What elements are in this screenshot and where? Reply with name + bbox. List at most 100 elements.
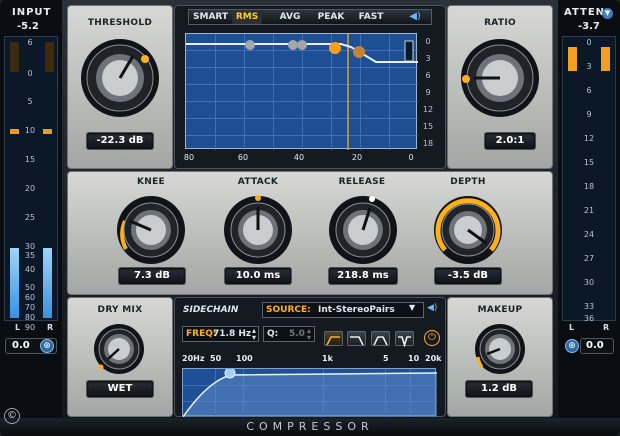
input-scale-tick: 35 bbox=[24, 251, 36, 260]
input-meter-left-bar bbox=[10, 248, 19, 318]
atten-scale-tick: 21 bbox=[583, 206, 595, 215]
atten-foot-field[interactable]: 0.0 bbox=[580, 338, 614, 354]
sidechain-listen-icon[interactable]: ◀) bbox=[427, 303, 437, 313]
graph-y-tick: 9 bbox=[425, 88, 431, 97]
mode-fast-button[interactable]: FAST bbox=[354, 10, 388, 24]
mode-smart-button[interactable]: SMART bbox=[193, 10, 228, 24]
input-scale-tick: 10 bbox=[24, 126, 36, 135]
copyright-icon: © bbox=[4, 408, 20, 424]
input-scale-tick: 5 bbox=[27, 97, 33, 106]
ratio-value-field[interactable]: 2.0:1 bbox=[484, 132, 536, 150]
q-stepper-icon[interactable]: ▴ ▾ bbox=[307, 327, 311, 342]
bandpass-filter-button[interactable] bbox=[371, 331, 390, 346]
atten-scale-tick: 6 bbox=[586, 86, 592, 95]
input-scale-tick: 80 bbox=[24, 313, 36, 322]
sidechain-power-icon[interactable]: ⏻ bbox=[424, 330, 440, 346]
graph-y-tick: 6 bbox=[425, 71, 431, 80]
atten-scale-tick: 36 bbox=[583, 314, 595, 323]
sidechain-freq-tick: 50 bbox=[210, 354, 222, 363]
atten-scale-tick: 27 bbox=[583, 254, 595, 263]
graph-y-tick: 15 bbox=[422, 122, 434, 131]
graph-x-tick: 80 bbox=[183, 153, 195, 162]
mode-rms-button[interactable]: RMS bbox=[232, 10, 262, 24]
attack-label: ATTACK bbox=[237, 177, 279, 187]
mode-avg-button[interactable]: AVG bbox=[274, 10, 306, 24]
freq-label: FREQ: bbox=[186, 329, 217, 339]
release-value-field[interactable]: 218.8 ms bbox=[328, 267, 398, 285]
highpass-filter-button[interactable] bbox=[324, 331, 343, 346]
release-knob[interactable] bbox=[328, 195, 398, 265]
atten-scale-tick: 24 bbox=[583, 230, 595, 239]
plugin-title: COMPRESSOR bbox=[246, 420, 374, 433]
threshold-label: THRESHOLD bbox=[87, 18, 153, 28]
threshold-value-field[interactable]: -22.3 dB bbox=[86, 132, 154, 150]
atten-scale-tick: 33 bbox=[583, 302, 595, 311]
atten-meter-left-label: L bbox=[569, 323, 575, 332]
atten-scale-tick: 30 bbox=[583, 278, 595, 287]
q-value-field[interactable]: 5.0 bbox=[289, 329, 305, 339]
source-dropdown-arrow-icon[interactable]: ▼ bbox=[409, 303, 415, 312]
input-scale-tick: 70 bbox=[24, 303, 36, 312]
sidechain-title: SIDECHAIN bbox=[183, 305, 239, 315]
depth-label: DEPTH bbox=[450, 177, 486, 187]
makeup-knob[interactable] bbox=[474, 323, 526, 375]
threshold-knob[interactable] bbox=[80, 38, 160, 118]
atten-menu-icon[interactable]: ▼ bbox=[602, 8, 613, 19]
source-label: SOURCE: bbox=[266, 305, 311, 315]
input-scale-tick: 0 bbox=[27, 69, 33, 78]
transfer-graph[interactable] bbox=[185, 33, 418, 150]
sidechain-freq-tick: 20Hz bbox=[182, 354, 205, 363]
knee-knob[interactable] bbox=[116, 195, 186, 265]
atten-meter-panel: ATTEN ▼ -3.7 0 3 6 9 12 15 18 21 24 27 30 33 36 L R … bbox=[558, 0, 620, 436]
freq-value-field[interactable]: 71.8 Hz bbox=[213, 329, 251, 339]
sidechain-graph[interactable] bbox=[182, 368, 437, 417]
compressor-plugin: INPUT -5.2 6 0 5 10 15 20 25 30 35 40 50 60 70 80 90 L… bbox=[0, 0, 620, 436]
makeup-label: MAKEUP bbox=[477, 305, 523, 315]
input-scale-tick: 30 bbox=[24, 242, 36, 251]
input-meter-value: -5.2 bbox=[17, 21, 39, 32]
input-scale-tick: 6 bbox=[27, 38, 33, 47]
atten-scale-tick: 3 bbox=[586, 62, 592, 71]
ratio-knob[interactable] bbox=[460, 38, 540, 118]
depth-value-field[interactable]: -3.5 dB bbox=[434, 267, 502, 285]
input-scale-tick: 25 bbox=[24, 213, 36, 222]
sidechain-freq-tick: 1k bbox=[322, 354, 333, 363]
makeup-value-field[interactable]: 1.2 dB bbox=[465, 380, 533, 398]
input-meter-right-peak bbox=[43, 129, 52, 134]
release-label: RELEASE bbox=[338, 177, 386, 187]
atten-scale-tick: 18 bbox=[583, 182, 595, 191]
graph-x-tick: 0 bbox=[408, 153, 414, 162]
atten-meter-right-label: R bbox=[603, 323, 610, 332]
sidechain-freq-tick: 10 bbox=[408, 354, 420, 363]
dry-mix-knob[interactable] bbox=[93, 323, 145, 375]
knee-value-field[interactable]: 7.3 dB bbox=[118, 267, 186, 285]
source-dropdown[interactable]: Int-StereoPairs bbox=[318, 305, 395, 315]
dry-mix-value-field[interactable]: WET bbox=[86, 380, 154, 398]
speaker-icon[interactable]: ◀) bbox=[400, 10, 430, 24]
graph-y-tick: 18 bbox=[422, 139, 434, 148]
notch-filter-button[interactable] bbox=[395, 331, 414, 348]
ratio-label: RATIO bbox=[484, 18, 516, 28]
knee-label: KNEE bbox=[136, 177, 165, 187]
attack-knob[interactable] bbox=[223, 195, 293, 265]
attack-value-field[interactable]: 10.0 ms bbox=[224, 267, 292, 285]
depth-knob[interactable] bbox=[433, 195, 503, 265]
atten-meter-right-bar bbox=[601, 47, 610, 71]
graph-x-tick: 60 bbox=[237, 153, 249, 162]
input-meter-area bbox=[4, 36, 58, 321]
input-scale-tick: 50 bbox=[24, 283, 36, 292]
atten-meter-left-bar bbox=[568, 47, 577, 71]
mode-peak-button[interactable]: PEAK bbox=[314, 10, 348, 24]
input-meter-left-label: L bbox=[15, 323, 21, 332]
atten-link-icon[interactable]: ⊕ bbox=[565, 339, 579, 353]
input-meter-title: INPUT bbox=[12, 7, 52, 18]
input-link-icon[interactable]: ⊕ bbox=[40, 339, 54, 353]
graph-y-tick: 3 bbox=[425, 54, 431, 63]
lowpass-filter-button[interactable] bbox=[347, 331, 366, 346]
input-meter-panel: INPUT -5.2 6 0 5 10 15 20 25 30 35 40 50 60 70 80 90 L… bbox=[0, 0, 62, 436]
sidechain-freq-tick: 20k bbox=[425, 354, 442, 363]
graph-x-tick: 20 bbox=[351, 153, 363, 162]
input-scale-tick: 40 bbox=[24, 265, 36, 274]
freq-stepper-icon[interactable]: ▴ ▾ bbox=[252, 327, 256, 342]
atten-meter-title: ATTEN bbox=[564, 7, 606, 18]
